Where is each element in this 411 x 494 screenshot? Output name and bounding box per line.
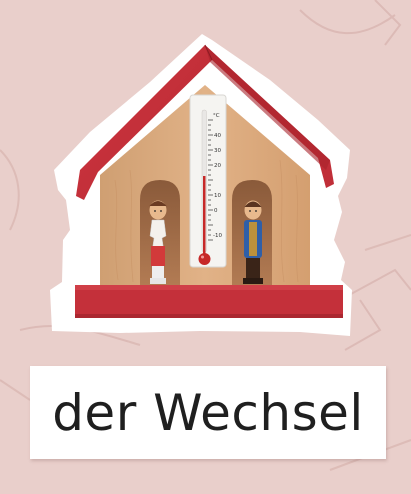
figure-man [243, 200, 263, 284]
word-label: der Wechsel [52, 383, 364, 442]
tick-label: -10 [213, 233, 222, 239]
thermometer-unit: °C [213, 113, 220, 119]
tick-label: 40 [214, 133, 221, 139]
tick-label: 10 [214, 193, 221, 199]
tick-label: 30 [214, 148, 221, 154]
tick-label: 20 [214, 163, 221, 169]
thermometer-plate [189, 94, 227, 268]
thermometer-bulb [198, 253, 211, 265]
tick-label: 0 [214, 208, 218, 214]
word-card: der Wechsel [30, 366, 386, 459]
